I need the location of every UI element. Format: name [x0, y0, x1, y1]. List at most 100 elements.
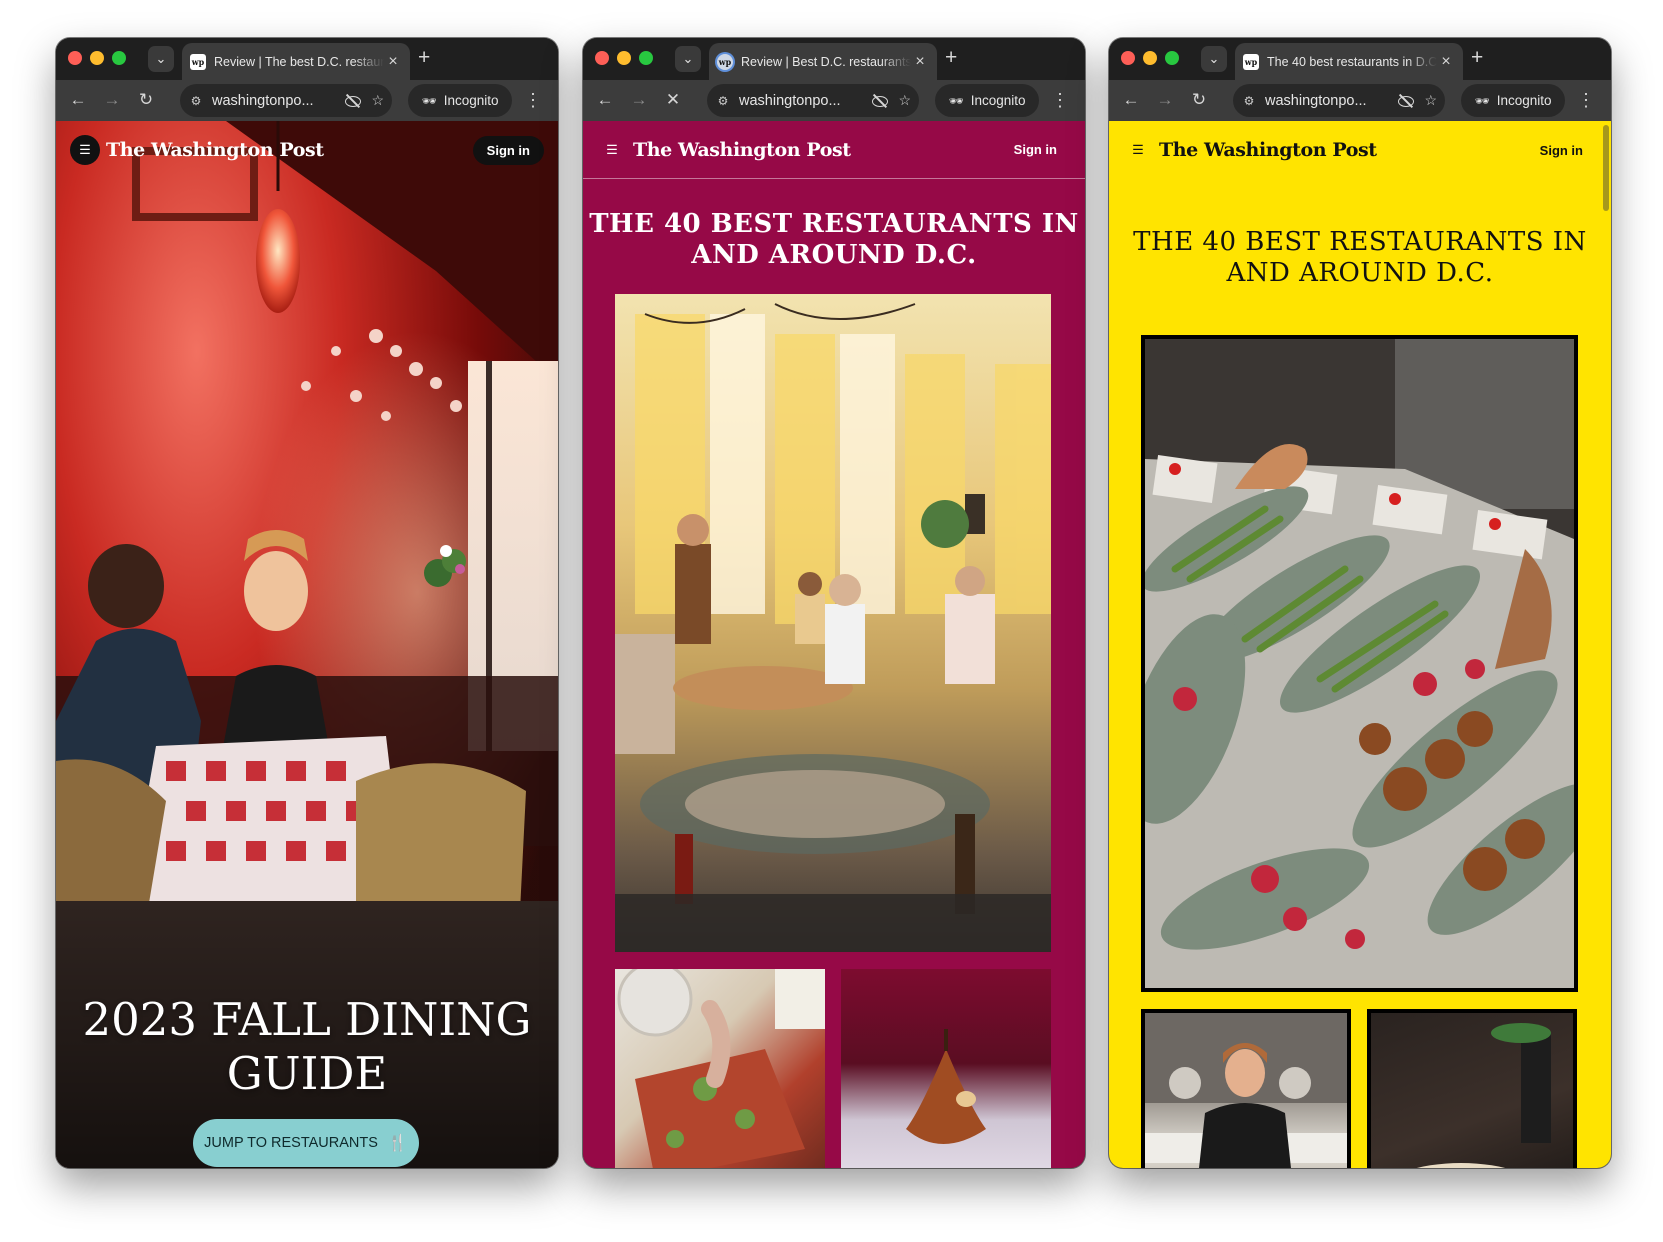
close-tab-icon[interactable]: ×	[384, 53, 402, 71]
stop-loading-icon[interactable]: ✕	[663, 90, 683, 110]
browser-window-3: ⌄ wp The 40 best restaurants in D.C. × +…	[1109, 38, 1611, 1168]
tab-search-button[interactable]: ⌄	[1201, 46, 1227, 72]
tab-search-button[interactable]: ⌄	[675, 46, 701, 72]
dining-room-photo-art	[615, 303, 1051, 952]
incognito-badge[interactable]: 🕶 Incognito	[1461, 84, 1565, 117]
chef-portrait-thumbnail[interactable]	[1141, 1009, 1351, 1168]
menu-search-icon: ☰	[79, 142, 91, 157]
cocktail-thumbnail-art	[1416, 1023, 1551, 1168]
maximize-window-button[interactable]	[639, 51, 653, 65]
chevron-down-icon: ⌄	[1208, 51, 1220, 66]
more-menu-icon[interactable]: ⋮	[1577, 90, 1595, 110]
more-menu-icon[interactable]: ⋮	[524, 90, 542, 110]
washington-post-logo[interactable]: The Washington Post	[633, 139, 851, 161]
site-settings-icon[interactable]: ⚙	[188, 94, 204, 108]
hero-title: 2023 FALL DINING GUIDE	[82, 993, 532, 1100]
url-text[interactable]: washingtonpo...	[212, 93, 345, 109]
tracking-blocked-icon[interactable]	[872, 95, 889, 107]
minimize-window-button[interactable]	[617, 51, 631, 65]
site-settings-icon[interactable]: ⚙	[1241, 94, 1257, 108]
tab-search-button[interactable]: ⌄	[148, 46, 174, 72]
loading-favicon-icon: wp	[717, 53, 733, 70]
menu-search-button[interactable]: ☰	[1123, 135, 1153, 165]
forward-button[interactable]: →	[102, 90, 122, 110]
tracking-blocked-icon[interactable]	[345, 95, 362, 107]
close-tab-icon[interactable]: ×	[911, 53, 929, 71]
tab-title: The 40 best restaurants in D.C.	[1267, 54, 1437, 69]
new-tab-button[interactable]: +	[1471, 46, 1483, 70]
tab-strip: ⌄ wp Review | Best D.C. restaurants × +	[583, 38, 1085, 80]
url-text[interactable]: washingtonpo...	[739, 93, 872, 109]
back-button[interactable]: ←	[595, 90, 615, 110]
chevron-down-icon: ⌄	[682, 51, 694, 66]
back-button[interactable]: ←	[1121, 90, 1141, 110]
browser-toolbar: ← → ↻ ⚙ washingtonpo... ☆ 🕶 Incognito ⋮	[56, 80, 558, 121]
site-header: ☰ The Washington Post Sign in	[583, 121, 1085, 179]
incognito-badge[interactable]: 🕶 Incognito	[408, 84, 512, 117]
address-bar[interactable]: ⚙ washingtonpo... ☆	[707, 84, 919, 117]
tab-strip: ⌄ wp The 40 best restaurants in D.C. × +	[1109, 38, 1611, 80]
forward-button[interactable]: →	[629, 90, 649, 110]
tab-active[interactable]: wp Review | The best D.C. restaurants ×	[182, 43, 410, 80]
maximize-window-button[interactable]	[112, 51, 126, 65]
cocktail-thumbnail[interactable]	[1367, 1009, 1577, 1168]
tab-strip: ⌄ wp Review | The best D.C. restaurants …	[56, 38, 558, 80]
sign-in-button[interactable]: Sign in	[472, 135, 544, 165]
bookmark-star-icon[interactable]: ☆	[898, 92, 911, 109]
page-title: THE 40 BEST RESTAURANTS IN AND AROUND D.…	[1133, 227, 1587, 288]
menu-search-button[interactable]: ☰	[70, 135, 100, 165]
chef-portrait-thumbnail-art	[1145, 1013, 1347, 1168]
bookmark-star-icon[interactable]: ☆	[1424, 92, 1437, 109]
window-controls	[1121, 51, 1179, 65]
reload-icon[interactable]: ↻	[136, 90, 156, 110]
sign-in-button[interactable]: Sign in	[1526, 136, 1597, 165]
plated-dishes-photo-art	[1145, 339, 1574, 988]
menu-search-button[interactable]: ☰	[597, 135, 627, 165]
new-tab-button[interactable]: +	[945, 46, 957, 70]
jump-to-restaurants-button[interactable]: JUMP TO RESTAURANTS 🍴	[193, 1119, 419, 1167]
page-viewport: ☰ The Washington Post Sign in 2023 FALL …	[56, 121, 558, 1168]
site-header: ☰ The Washington Post Sign in	[1109, 121, 1611, 179]
bookmark-star-icon[interactable]: ☆	[371, 92, 384, 109]
washington-post-logo[interactable]: The Washington Post	[106, 139, 324, 161]
window-controls	[595, 51, 653, 65]
menu-search-icon: ☰	[1132, 142, 1144, 157]
browser-window-1: ⌄ wp Review | The best D.C. restaurants …	[56, 38, 558, 1168]
menu-search-icon: ☰	[606, 141, 618, 157]
incognito-badge[interactable]: 🕶 Incognito	[935, 84, 1039, 117]
page-viewport: ☰ The Washington Post Sign in THE 40 BES…	[1109, 121, 1611, 1168]
address-bar[interactable]: ⚙ washingtonpo... ☆	[1233, 84, 1445, 117]
tracking-blocked-icon[interactable]	[1398, 95, 1415, 107]
close-window-button[interactable]	[68, 51, 82, 65]
sign-in-button[interactable]: Sign in	[1000, 135, 1071, 164]
site-settings-icon[interactable]: ⚙	[715, 94, 731, 108]
minimize-window-button[interactable]	[90, 51, 104, 65]
food-thumbnail-toast[interactable]	[615, 969, 825, 1168]
reload-icon[interactable]: ↻	[1189, 90, 1209, 110]
back-button[interactable]: ←	[68, 90, 88, 110]
page-title: THE 40 BEST RESTAURANTS IN AND AROUND D.…	[589, 209, 1079, 270]
minimize-window-button[interactable]	[1143, 51, 1157, 65]
close-window-button[interactable]	[1121, 51, 1135, 65]
maximize-window-button[interactable]	[1165, 51, 1179, 65]
dining-room-photo	[615, 294, 1051, 952]
plated-dishes-photo	[1141, 335, 1578, 992]
browser-toolbar: ← → ✕ ⚙ washingtonpo... ☆ 🕶 Incognito ⋮	[583, 80, 1085, 121]
close-window-button[interactable]	[595, 51, 609, 65]
dessert-thumbnail-pear[interactable]	[841, 969, 1051, 1168]
tab-active[interactable]: wp The 40 best restaurants in D.C. ×	[1235, 43, 1463, 80]
tab-title: Review | Best D.C. restaurants	[741, 54, 911, 69]
url-text[interactable]: washingtonpo...	[1265, 93, 1398, 109]
forward-button[interactable]: →	[1155, 90, 1175, 110]
dessert-thumbnail-pear-art	[906, 1029, 986, 1144]
address-bar[interactable]: ⚙ washingtonpo... ☆	[180, 84, 392, 117]
tab-title: Review | The best D.C. restaurants	[214, 54, 384, 69]
browser-window-2: ⌄ wp Review | Best D.C. restaurants × + …	[583, 38, 1085, 1168]
close-tab-icon[interactable]: ×	[1437, 53, 1455, 71]
more-menu-icon[interactable]: ⋮	[1051, 90, 1069, 110]
incognito-label: Incognito	[970, 93, 1026, 108]
new-tab-button[interactable]: +	[418, 46, 430, 70]
tab-active[interactable]: wp Review | Best D.C. restaurants ×	[709, 43, 937, 80]
washington-post-logo[interactable]: The Washington Post	[1159, 139, 1377, 161]
site-header: ☰ The Washington Post Sign in	[56, 121, 558, 179]
